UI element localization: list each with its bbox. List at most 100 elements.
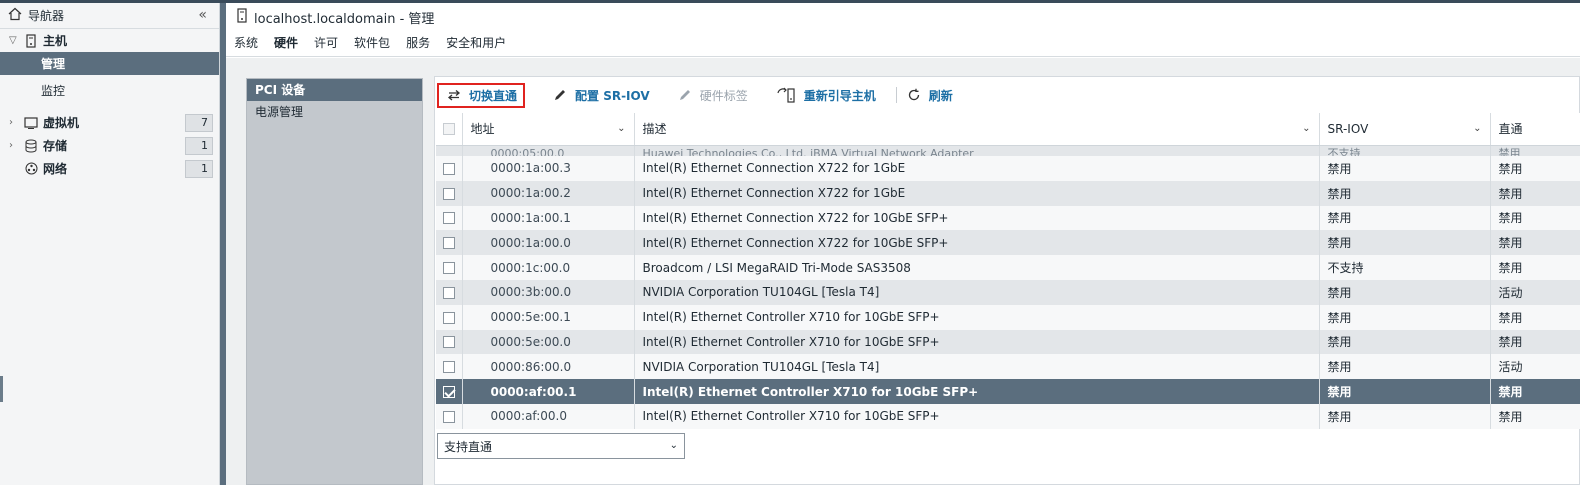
nav-manage[interactable]: 管理 xyxy=(0,52,219,75)
row-checkbox[interactable] xyxy=(442,262,455,275)
row-checkbox-cell[interactable] xyxy=(436,205,463,231)
chevron-down-icon[interactable]: ▽ xyxy=(9,35,21,46)
address-cell: 0000:af:00.1 xyxy=(462,379,635,404)
table-row[interactable]: 0000:1c:00.0 Broadcom / LSI MegaRAID Tri-… xyxy=(436,255,1580,280)
passthrough-cell: 禁用 xyxy=(1490,156,1580,181)
chevron-down-icon[interactable]: ⌄ xyxy=(1473,123,1481,134)
reboot-host-button[interactable]: 重新引导主机 xyxy=(776,87,876,104)
table-row[interactable]: 0000:1a:00.3 Intel(R) Ethernet Connection… xyxy=(436,156,1580,181)
description-cell: Intel(R) Ethernet Connection X722 for 10… xyxy=(634,230,1320,256)
row-checkbox-cell[interactable] xyxy=(436,379,463,404)
page-title-text: localhost.localdomain - 管理 xyxy=(254,12,435,27)
nav-storage[interactable]: › 存储 1 xyxy=(0,134,219,157)
table-row[interactable]: 0000:5e:00.0 Intel(R) Ethernet Controller… xyxy=(436,329,1580,355)
table-row[interactable]: 0000:5e:00.1 Intel(R) Ethernet Controller… xyxy=(436,304,1580,330)
toggle-arrows-icon xyxy=(447,89,461,101)
collapse-navigator-icon[interactable]: « xyxy=(198,7,207,23)
nav-network[interactable]: 网络 1 xyxy=(0,157,219,180)
row-checkbox[interactable] xyxy=(442,162,455,175)
subnav-pci-devices[interactable]: PCI 设备 xyxy=(247,79,422,101)
main-header: localhost.localdomain - 管理 系统 硬件 许可 软件包 … xyxy=(226,3,1580,57)
row-checkbox-cell[interactable] xyxy=(436,145,463,156)
chevron-right-icon[interactable]: › xyxy=(9,117,21,128)
network-count-badge: 1 xyxy=(185,160,213,178)
passthrough-cell: 活动 xyxy=(1490,279,1580,305)
reboot-host-icon xyxy=(776,87,796,103)
tab-hardware[interactable]: 硬件 xyxy=(274,34,298,54)
description-cell: Intel(R) Ethernet Controller X710 for 10… xyxy=(634,403,1320,429)
navigator-title: 导航器 xyxy=(28,9,65,23)
nav-host-label: 主机 xyxy=(43,34,68,48)
address-cell: 0000:1a:00.1 xyxy=(462,205,635,231)
row-checkbox[interactable] xyxy=(442,286,455,299)
address-cell: 0000:05:00.0 xyxy=(462,145,635,156)
row-checkbox[interactable] xyxy=(442,311,455,324)
resize-handle[interactable] xyxy=(0,376,3,402)
row-checkbox-cell[interactable] xyxy=(436,329,463,355)
row-checkbox-cell[interactable] xyxy=(436,354,463,380)
row-checkbox[interactable] xyxy=(442,336,455,349)
row-checkbox-cell[interactable] xyxy=(436,180,463,206)
table-row[interactable]: 0000:3b:00.0 NVIDIA Corporation TU104GL [… xyxy=(436,279,1580,305)
chevron-right-icon[interactable]: › xyxy=(9,140,21,151)
address-cell: 0000:5e:00.0 xyxy=(462,329,635,355)
nav-host[interactable]: ▽ 主机 xyxy=(0,29,219,52)
passthrough-cell: 禁用 xyxy=(1490,180,1580,206)
row-checkbox-cell[interactable] xyxy=(436,255,463,280)
column-address[interactable]: 地址 ⌄ xyxy=(462,113,635,146)
row-checkbox[interactable] xyxy=(442,237,455,250)
tab-services[interactable]: 服务 xyxy=(406,34,430,54)
column-description[interactable]: 描述 ⌄ xyxy=(634,113,1320,146)
row-checkbox-cell[interactable] xyxy=(436,156,463,181)
navigator-panel: 导航器 « ▽ 主机 管理 监控 › 虚拟机 7 › 存储 1 网络 1 xyxy=(0,3,220,485)
database-icon xyxy=(23,139,39,153)
configure-sriov-label: 配置 SR-IOV xyxy=(575,88,650,103)
nav-storage-label: 存储 xyxy=(43,139,68,153)
row-checkbox[interactable] xyxy=(442,361,455,374)
table-row[interactable]: 0000:af:00.1 Intel(R) Ethernet Controller… xyxy=(436,379,1580,404)
table-row[interactable]: 0000:86:00.0 NVIDIA Corporation TU104GL [… xyxy=(436,354,1580,380)
nav-monitor[interactable]: 监控 xyxy=(0,79,219,102)
row-checkbox[interactable] xyxy=(442,386,455,399)
address-cell: 0000:3b:00.0 xyxy=(462,279,635,305)
row-checkbox-cell[interactable] xyxy=(436,279,463,305)
row-checkbox[interactable] xyxy=(442,187,455,200)
chevron-down-icon[interactable]: ⌄ xyxy=(617,123,625,134)
subnav-power-management[interactable]: 电源管理 xyxy=(247,101,422,123)
pencil-icon xyxy=(678,88,692,102)
table-row[interactable]: 0000:1a:00.0 Intel(R) Ethernet Connection… xyxy=(436,230,1580,256)
chevron-down-icon[interactable]: ⌄ xyxy=(1302,123,1310,134)
table-row[interactable]: 0000:af:00.0 Intel(R) Ethernet Controller… xyxy=(436,403,1580,429)
tab-bar: 系统 硬件 许可 软件包 服务 安全和用户 xyxy=(234,34,522,54)
content-area: PCI 设备 电源管理 切换直通 配置 SR-IOV 硬件标签 重新引导主机 刷… xyxy=(226,58,1580,485)
description-cell: Intel(R) Ethernet Connection X722 for 10… xyxy=(634,205,1320,231)
row-checkbox[interactable] xyxy=(442,410,455,423)
table-row[interactable]: 0000:05:00.0 Huawei Technologies Co., Lt… xyxy=(436,145,1580,156)
row-checkbox-cell[interactable] xyxy=(436,230,463,256)
table-row[interactable]: 0000:1a:00.2 Intel(R) Ethernet Connection… xyxy=(436,180,1580,206)
column-passthrough[interactable]: 直通 xyxy=(1490,113,1580,146)
hardware-label-button[interactable]: 硬件标签 xyxy=(678,87,748,104)
tab-system[interactable]: 系统 xyxy=(234,34,258,54)
filter-select[interactable]: 支持直通 ⌄ xyxy=(437,433,685,459)
description-cell: Huawei Technologies Co., Ltd. iBMA Virtu… xyxy=(634,145,1320,156)
nav-vms[interactable]: › 虚拟机 7 xyxy=(0,111,219,134)
configure-sriov-button[interactable]: 配置 SR-IOV xyxy=(553,87,650,104)
row-checkbox[interactable] xyxy=(442,212,455,225)
toggle-passthrough-button[interactable]: 切换直通 xyxy=(437,82,526,108)
select-all-checkbox-cell[interactable] xyxy=(436,113,463,146)
table-row[interactable]: 0000:1a:00.1 Intel(R) Ethernet Connection… xyxy=(436,205,1580,231)
passthrough-cell: 禁用 xyxy=(1490,329,1580,355)
refresh-button[interactable]: 刷新 xyxy=(907,87,953,104)
select-all-checkbox[interactable] xyxy=(442,123,455,136)
tab-packages[interactable]: 软件包 xyxy=(354,34,390,54)
row-checkbox-cell[interactable] xyxy=(436,304,463,330)
sriov-cell: 禁用 xyxy=(1319,354,1491,380)
column-address-label: 地址 xyxy=(470,122,495,137)
tab-licensing[interactable]: 许可 xyxy=(314,34,338,54)
chevron-down-icon[interactable]: ⌄ xyxy=(670,440,678,451)
column-sriov[interactable]: SR-IOV ⌄ xyxy=(1319,113,1491,146)
tab-security-users[interactable]: 安全和用户 xyxy=(446,34,506,54)
toggle-passthrough-label: 切换直通 xyxy=(469,88,518,103)
row-checkbox-cell[interactable] xyxy=(436,403,463,429)
